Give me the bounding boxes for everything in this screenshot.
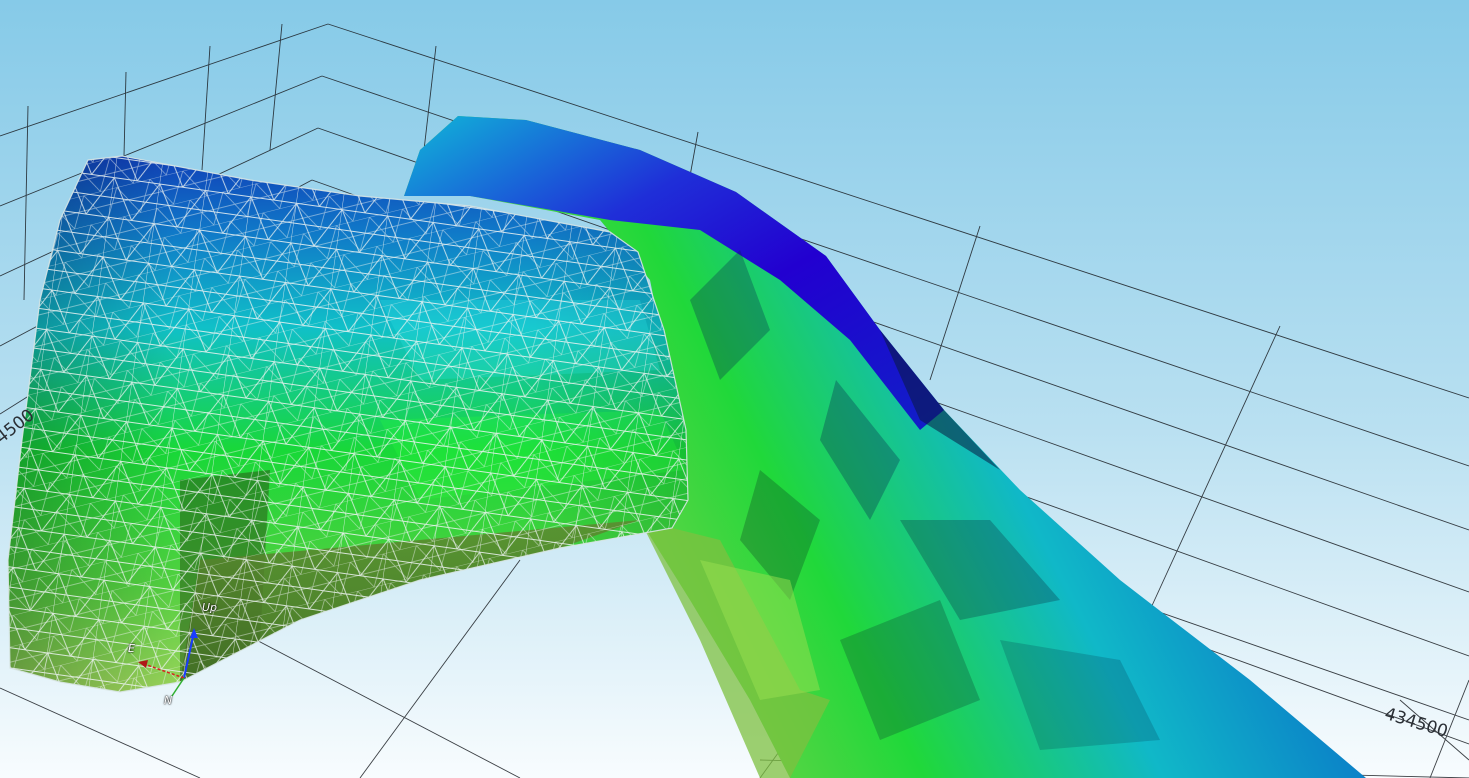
3d-viewport[interactable]: 434500 4500 Up E N xyxy=(0,0,1469,778)
orientation-triad: Up E N xyxy=(110,596,230,716)
up-axis-label: Up xyxy=(202,601,218,614)
east-axis-label: E xyxy=(128,642,135,655)
north-axis-label: N xyxy=(164,694,173,707)
